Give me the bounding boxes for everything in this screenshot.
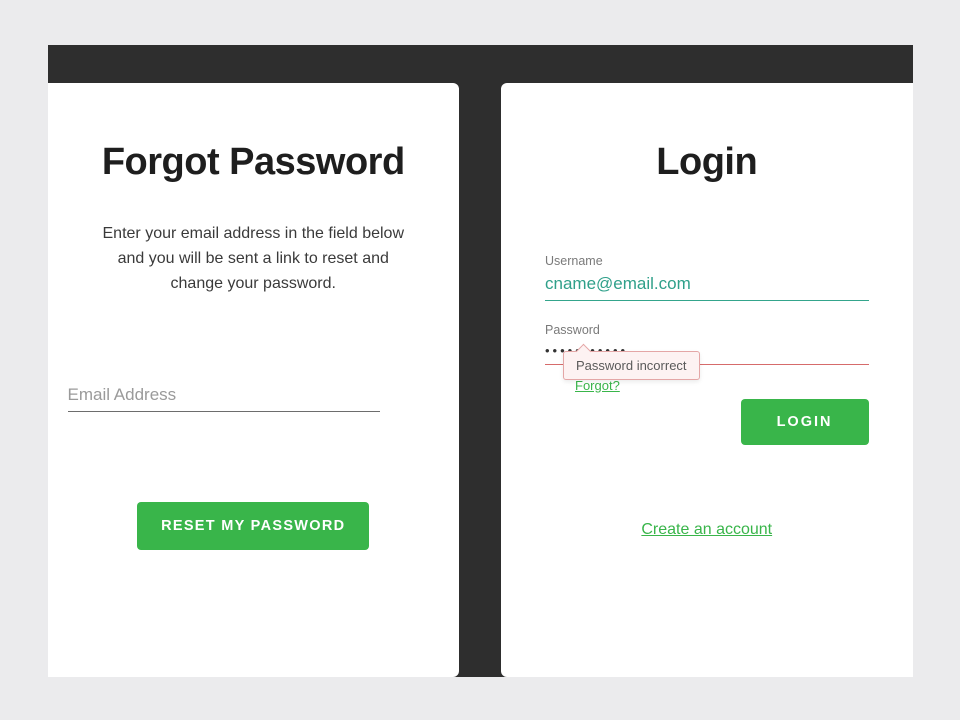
- username-field-block: Username: [545, 254, 869, 301]
- email-field[interactable]: [68, 381, 380, 412]
- create-account-link[interactable]: Create an account: [641, 521, 772, 539]
- password-error-tooltip: Password incorrect: [563, 351, 700, 380]
- username-label: Username: [545, 254, 869, 268]
- auth-screens-stage: Forgot Password Enter your email address…: [48, 45, 913, 677]
- cards-row: Forgot Password Enter your email address…: [48, 83, 913, 677]
- login-button[interactable]: LOGIN: [741, 399, 869, 445]
- username-field[interactable]: [545, 270, 869, 301]
- forgot-password-link[interactable]: Forgot?: [575, 378, 620, 393]
- forgot-password-description: Enter your email address in the field be…: [93, 222, 413, 296]
- reset-password-button[interactable]: RESET MY PASSWORD: [137, 502, 369, 550]
- forgot-password-card: Forgot Password Enter your email address…: [48, 83, 460, 677]
- password-label: Password: [545, 323, 869, 337]
- password-field-block: Password Password incorrect: [545, 323, 869, 365]
- login-card: Login Username Password Password incorre…: [501, 83, 913, 677]
- forgot-password-title: Forgot Password: [62, 141, 446, 184]
- login-title: Login: [515, 141, 899, 184]
- login-form: Username Password Password incorrect For…: [545, 254, 869, 365]
- email-field-wrap: [68, 381, 380, 412]
- login-button-row: LOGIN: [515, 399, 869, 445]
